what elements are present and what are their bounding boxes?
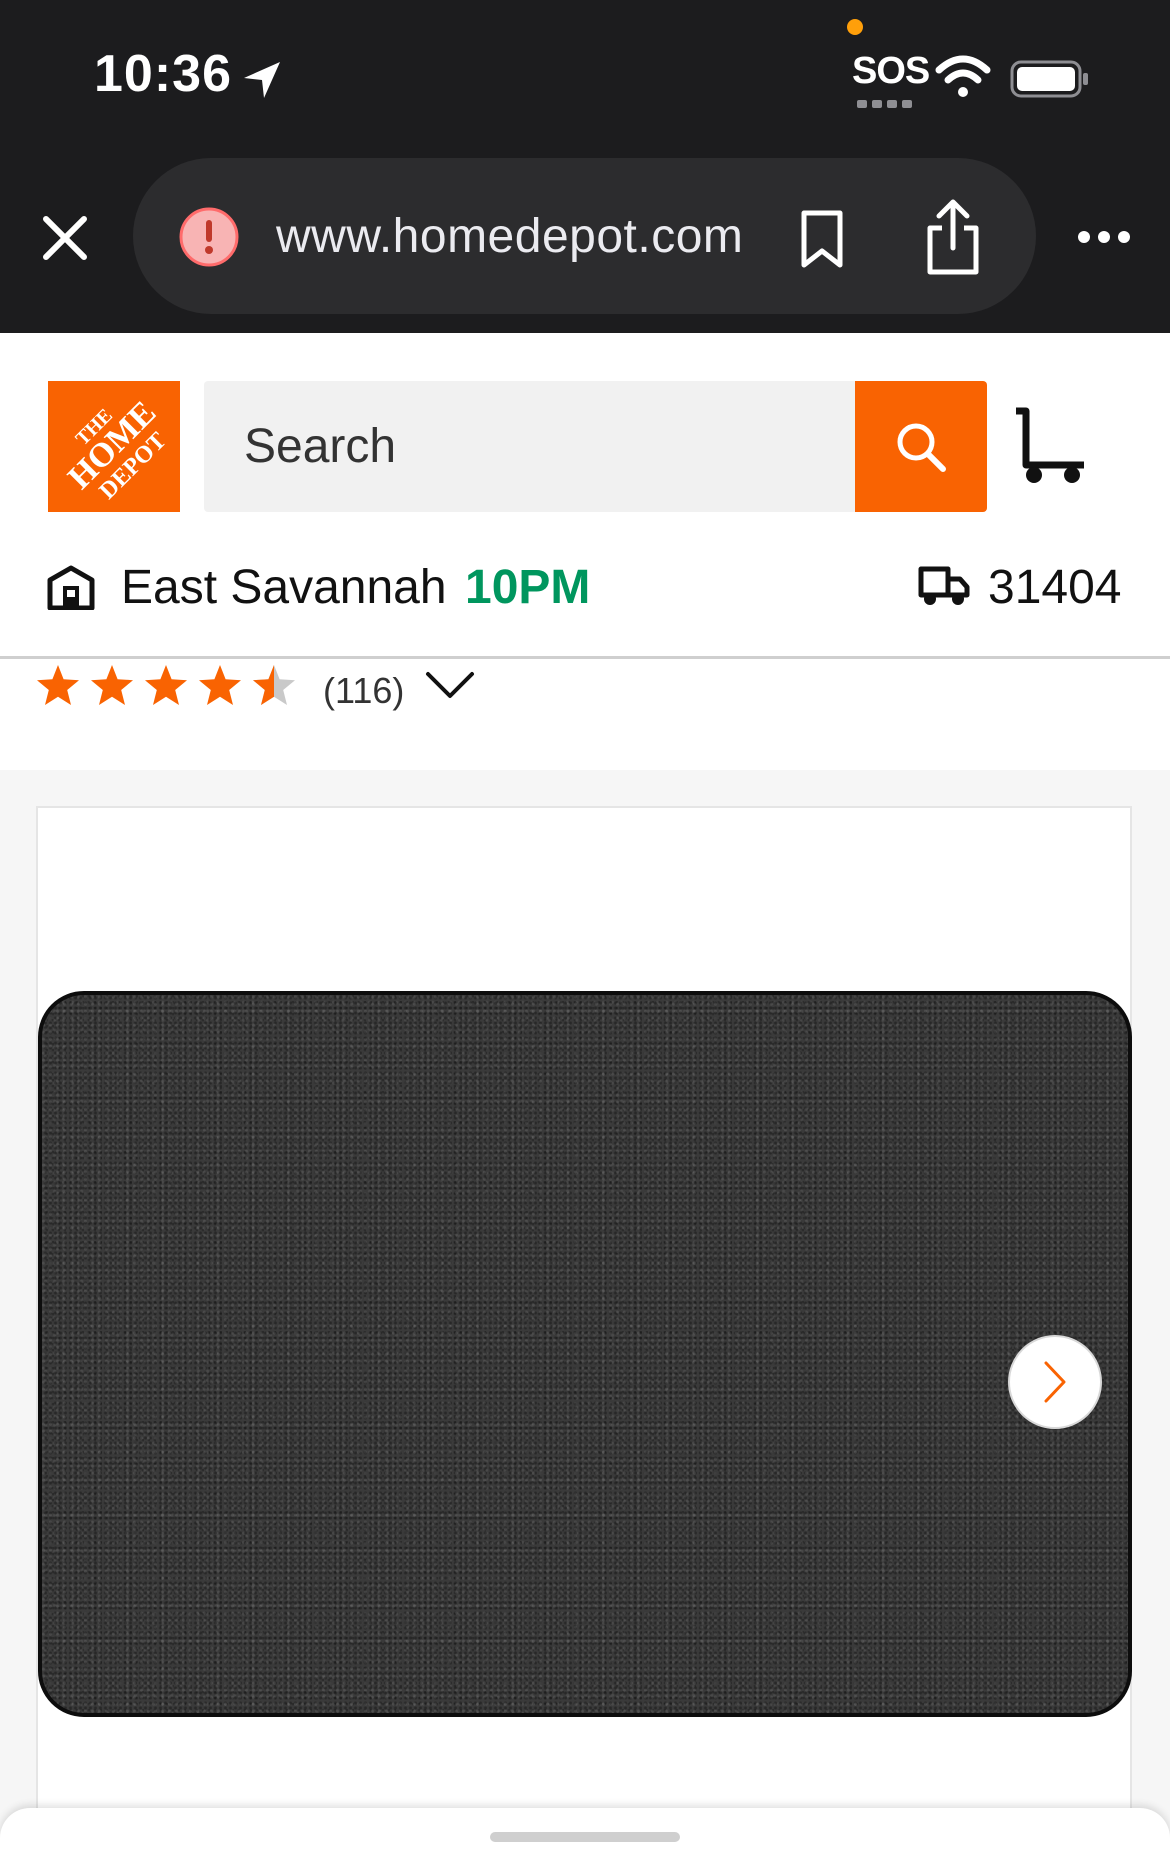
location-arrow-icon (244, 62, 280, 98)
review-count[interactable]: (116) (323, 670, 404, 712)
rating-stars[interactable] (36, 663, 300, 713)
half-star-icon (253, 665, 295, 705)
bookmark-icon[interactable] (798, 209, 846, 269)
signal-dots (857, 95, 917, 108)
search-button[interactable] (855, 381, 987, 512)
search-field[interactable] (204, 381, 855, 512)
delivery-zip[interactable]: 31404 (988, 560, 1121, 615)
wifi-icon (935, 55, 991, 97)
star-icon (145, 665, 187, 705)
header-divider (0, 656, 1170, 659)
battery-icon (1010, 60, 1088, 98)
browser-chrome: 10:36 SOS www.homedepot.com (0, 0, 1170, 333)
star-icon (199, 665, 241, 705)
logo-mark-icon: THE HOME DEPOT (48, 381, 180, 512)
warning-icon[interactable] (177, 205, 241, 269)
store-name[interactable]: East Savannah (121, 560, 447, 615)
store-hours[interactable]: 10PM (465, 560, 590, 615)
privacy-indicator-dot (847, 19, 863, 35)
star-icon (91, 665, 133, 705)
delivery-truck-icon (918, 566, 970, 605)
store-icon (47, 565, 95, 610)
share-icon[interactable] (924, 198, 982, 276)
product-image-mat[interactable] (38, 991, 1132, 1717)
home-depot-logo[interactable]: THE HOME DEPOT (48, 381, 180, 512)
sos-label: SOS (852, 50, 930, 92)
more-icon[interactable] (1076, 227, 1132, 247)
url-text[interactable]: www.homedepot.com (276, 209, 743, 264)
status-time: 10:36 (94, 45, 232, 103)
search-input[interactable] (244, 381, 824, 512)
close-icon[interactable] (40, 213, 90, 263)
next-image-button[interactable] (1008, 1335, 1102, 1429)
star-icon (37, 665, 79, 705)
chevron-down-icon[interactable] (425, 670, 475, 700)
search-icon (897, 423, 946, 472)
home-indicator[interactable] (490, 1832, 680, 1842)
chevron-right-icon (1044, 1361, 1066, 1403)
status-bar: 10:36 SOS (0, 0, 1170, 150)
cart-icon[interactable] (1012, 405, 1092, 485)
